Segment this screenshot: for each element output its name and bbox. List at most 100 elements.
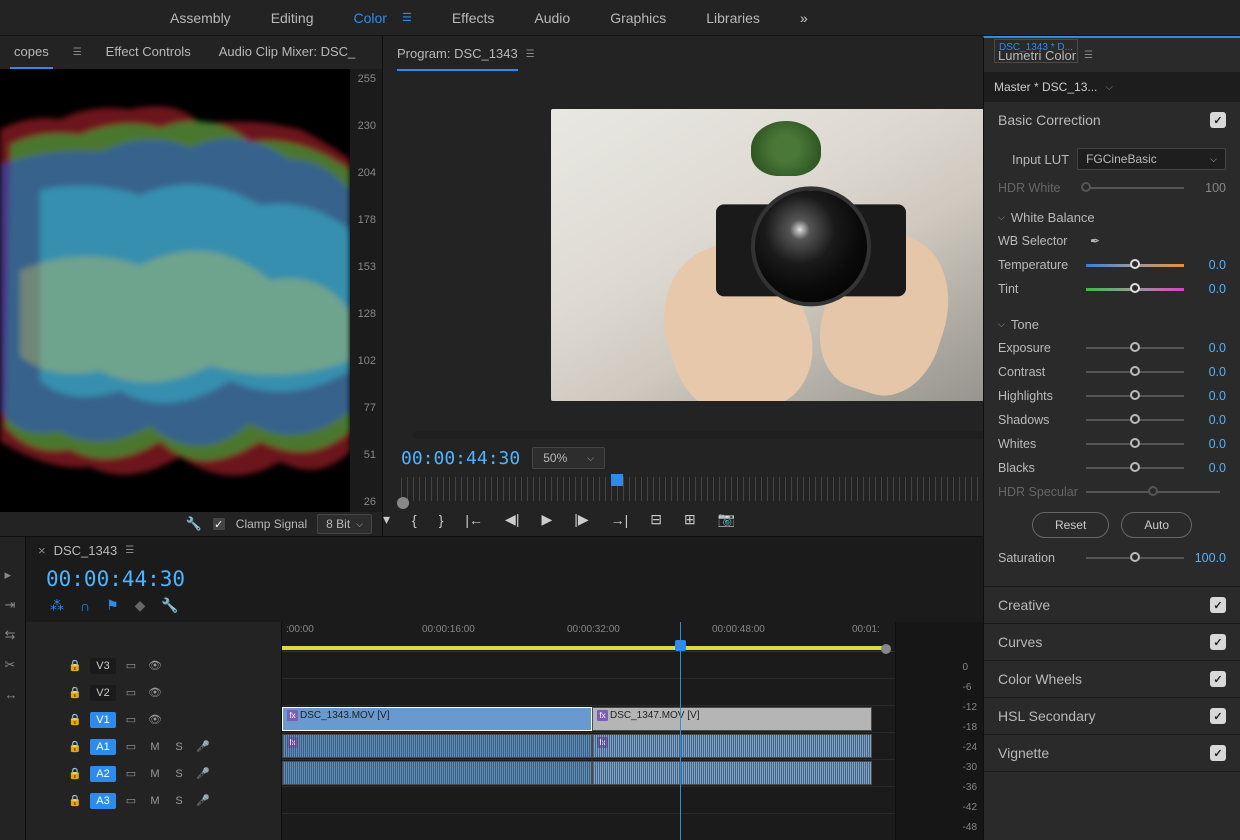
zoom-dropdown[interactable]: 50%⌵ bbox=[532, 447, 605, 469]
marker-icon[interactable]: ◆ bbox=[135, 597, 146, 614]
blacks-slider[interactable] bbox=[1086, 467, 1184, 469]
auto-button[interactable]: Auto bbox=[1121, 512, 1192, 538]
curves-header[interactable]: Curves✓ bbox=[984, 624, 1240, 660]
razor-tool-icon[interactable]: ✂ bbox=[5, 657, 21, 673]
basic-correction-header[interactable]: Basic Correction ✓ bbox=[984, 102, 1240, 138]
step-forward-button[interactable]: |▶ bbox=[574, 511, 588, 528]
contrast-value[interactable]: 0.0 bbox=[1190, 365, 1226, 379]
white-balance-header[interactable]: ⌵White Balance bbox=[998, 206, 1226, 229]
hsl-secondary-header[interactable]: HSL Secondary✓ bbox=[984, 698, 1240, 734]
saturation-slider[interactable] bbox=[1086, 557, 1184, 559]
track-header-v1[interactable]: 🔒V1▭👁 bbox=[26, 706, 281, 733]
snap-icon[interactable]: ∩ bbox=[80, 598, 90, 614]
track-header-a1[interactable]: 🔒A1▭MS🎤 bbox=[26, 733, 281, 760]
track-select-tool-icon[interactable]: ⇥ bbox=[5, 597, 21, 613]
master-clip-label[interactable]: Master * DSC_13... bbox=[994, 80, 1097, 94]
timeline-track-area[interactable]: :00:00 00:00:16:00 00:00:32:00 00:00:48:… bbox=[282, 622, 895, 840]
timeline-settings-icon[interactable]: 🔧 bbox=[161, 597, 178, 614]
close-sequence-icon[interactable]: × bbox=[38, 543, 46, 558]
whites-value[interactable]: 0.0 bbox=[1190, 437, 1226, 451]
workspace-overflow-icon[interactable]: » bbox=[800, 10, 808, 26]
shadows-value[interactable]: 0.0 bbox=[1190, 413, 1226, 427]
selection-tool-icon[interactable]: ▸ bbox=[5, 567, 21, 583]
linked-selection-icon[interactable]: ⚑ bbox=[106, 597, 119, 614]
workspace-tab-effects[interactable]: Effects bbox=[452, 10, 495, 26]
tone-header[interactable]: ⌵Tone bbox=[998, 313, 1226, 336]
track-header-v2[interactable]: 🔒V2▭👁 bbox=[26, 679, 281, 706]
workspace-tab-assembly[interactable]: Assembly bbox=[170, 10, 231, 26]
track-header-a3[interactable]: 🔒A3▭MS🎤 bbox=[26, 787, 281, 814]
clamp-signal-checkbox[interactable]: ✓ bbox=[212, 517, 226, 531]
mini-playhead[interactable] bbox=[611, 474, 623, 486]
highlights-value[interactable]: 0.0 bbox=[1190, 389, 1226, 403]
insert-icon[interactable]: ⁂ bbox=[50, 597, 64, 614]
basic-correction-toggle[interactable]: ✓ bbox=[1210, 112, 1226, 128]
highlights-slider[interactable] bbox=[1086, 395, 1184, 397]
temperature-slider[interactable] bbox=[1086, 264, 1184, 267]
go-to-out-button[interactable]: →| bbox=[611, 512, 629, 528]
track-header-a2[interactable]: 🔒A2▭MS🎤 bbox=[26, 760, 281, 787]
program-menu-icon[interactable]: ☰ bbox=[526, 49, 535, 60]
temperature-value[interactable]: 0.0 bbox=[1190, 258, 1226, 272]
workspace-menu-icon[interactable]: ☰ bbox=[402, 11, 412, 24]
reset-button[interactable]: Reset bbox=[1032, 512, 1109, 538]
ripple-tool-icon[interactable]: ⇆ bbox=[5, 627, 21, 643]
chevron-down-icon[interactable]: ⌵ bbox=[1105, 82, 1113, 93]
workspace-tab-graphics[interactable]: Graphics bbox=[610, 10, 666, 26]
audio-clip-2b[interactable] bbox=[592, 761, 872, 785]
play-button[interactable]: ▶ bbox=[541, 511, 552, 528]
tint-value[interactable]: 0.0 bbox=[1190, 282, 1226, 296]
vignette-toggle[interactable]: ✓ bbox=[1210, 745, 1226, 761]
audio-clip-2a[interactable]: fx bbox=[592, 734, 872, 758]
bitdepth-dropdown[interactable]: 8 Bit⌵ bbox=[317, 514, 372, 534]
workspace-tab-libraries[interactable]: Libraries bbox=[706, 10, 760, 26]
color-wheels-toggle[interactable]: ✓ bbox=[1210, 671, 1226, 687]
curves-toggle[interactable]: ✓ bbox=[1210, 634, 1226, 650]
workspace-tab-editing[interactable]: Editing bbox=[271, 10, 314, 26]
contrast-slider[interactable] bbox=[1086, 371, 1184, 373]
video-clip-2[interactable]: fxDSC_1347.MOV [V] bbox=[592, 707, 872, 731]
vignette-header[interactable]: Vignette✓ bbox=[984, 735, 1240, 771]
scope-settings-icon[interactable]: 🔧 bbox=[186, 516, 202, 532]
exposure-slider[interactable] bbox=[1086, 347, 1184, 349]
exposure-value[interactable]: 0.0 bbox=[1190, 341, 1226, 355]
mark-in-button[interactable]: { bbox=[412, 512, 417, 528]
in-out-range[interactable] bbox=[282, 646, 885, 650]
sequence-name[interactable]: DSC_1343 bbox=[54, 543, 118, 558]
workspace-tab-color[interactable]: Color bbox=[354, 10, 387, 26]
blacks-value[interactable]: 0.0 bbox=[1190, 461, 1226, 475]
video-clip-1[interactable]: fxDSC_1343.MOV [V] bbox=[282, 707, 592, 731]
timeline-timecode[interactable]: 00:00:44:30 bbox=[46, 567, 185, 591]
hsl-secondary-toggle[interactable]: ✓ bbox=[1210, 708, 1226, 724]
track-header-v3[interactable]: 🔒V3▭👁 bbox=[26, 652, 281, 679]
export-frame-button[interactable]: 📷 bbox=[718, 511, 735, 528]
go-to-in-button[interactable]: |← bbox=[465, 512, 483, 528]
sequence-menu-icon[interactable]: ☰ bbox=[125, 545, 134, 556]
workspace-tab-audio[interactable]: Audio bbox=[534, 10, 570, 26]
saturation-value[interactable]: 100.0 bbox=[1190, 551, 1226, 565]
creative-header[interactable]: Creative✓ bbox=[984, 587, 1240, 623]
extract-button[interactable]: ⊞ bbox=[684, 511, 696, 528]
timeline-playhead[interactable] bbox=[680, 622, 681, 840]
tab-effect-controls[interactable]: Effect Controls bbox=[102, 36, 195, 69]
audio-clip-1a[interactable]: fx bbox=[282, 734, 592, 758]
program-timecode[interactable]: 00:00:44:30 bbox=[401, 448, 520, 469]
zoom-handle-left[interactable] bbox=[397, 497, 409, 509]
add-marker-button[interactable]: ▾ bbox=[383, 511, 390, 528]
whites-slider[interactable] bbox=[1086, 443, 1184, 445]
shadows-slider[interactable] bbox=[1086, 419, 1184, 421]
tab-audio-clip-mixer[interactable]: Audio Clip Mixer: DSC_ bbox=[215, 36, 360, 69]
step-back-button[interactable]: ◀| bbox=[505, 511, 519, 528]
tab-scopes[interactable]: copes bbox=[10, 36, 53, 69]
input-lut-dropdown[interactable]: FGCineBasic⌵ bbox=[1077, 148, 1226, 170]
lift-button[interactable]: ⊟ bbox=[650, 511, 662, 528]
timeline-ruler[interactable]: :00:00 00:00:16:00 00:00:32:00 00:00:48:… bbox=[282, 622, 895, 652]
active-clip-label[interactable]: DSC_1343 * D... bbox=[994, 39, 1078, 63]
mark-out-button[interactable]: } bbox=[439, 512, 444, 528]
lumetri-menu-icon[interactable]: ☰ bbox=[1084, 50, 1093, 61]
audio-clip-1b[interactable] bbox=[282, 761, 592, 785]
panel-menu-icon[interactable]: ☰ bbox=[73, 47, 82, 58]
creative-toggle[interactable]: ✓ bbox=[1210, 597, 1226, 613]
color-wheels-header[interactable]: Color Wheels✓ bbox=[984, 661, 1240, 697]
eyedropper-icon[interactable]: ✒ bbox=[1090, 234, 1100, 248]
